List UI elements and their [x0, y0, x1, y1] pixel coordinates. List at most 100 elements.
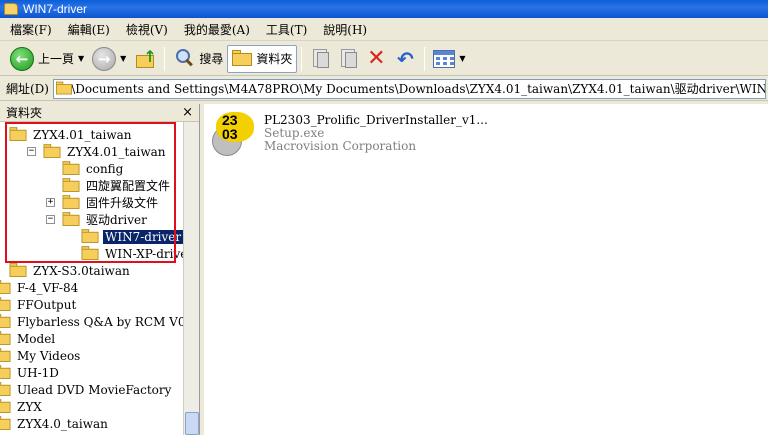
- address-path[interactable]: C:\Documents and Settings\M4A78PRO\My Do…: [58, 80, 765, 97]
- toolbar: ← 上一頁 ▼ → ▼ ↑ 搜尋 資料夾 ✕ ↶ ▼: [0, 42, 768, 76]
- folders-button[interactable]: 資料夾: [227, 44, 298, 73]
- menu-edit[interactable]: 編輯(E): [60, 19, 118, 41]
- delete-button[interactable]: ✕: [362, 45, 390, 73]
- folder-icon: [62, 195, 80, 209]
- tree-item-label: WIN7-driver: [101, 228, 185, 245]
- tree-item-label: ZYX4.01_taiwan: [33, 127, 132, 142]
- menu-view[interactable]: 檢視(V): [118, 19, 176, 41]
- tree-item[interactable]: FFOutput: [0, 296, 78, 313]
- folders-pane: 資料夾 × ZYX4.01_taiwan − ZYX4.01_taiwan confi…: [0, 104, 200, 435]
- folder-icon: [0, 280, 11, 294]
- tree-item[interactable]: − 驱动driver: [46, 211, 149, 228]
- window-title: WIN7-driver: [23, 2, 88, 16]
- tree-item[interactable]: WIN7-driver: [65, 228, 185, 245]
- search-icon: [173, 48, 195, 70]
- folder-up-icon: ↑: [134, 47, 157, 69]
- menu-bar: 檔案(F) 編輯(E) 檢視(V) 我的最愛(A) 工具(T) 說明(H): [0, 19, 768, 41]
- tree-item[interactable]: My Videos: [0, 347, 82, 364]
- collapse-icon[interactable]: −: [46, 215, 55, 224]
- tree-item[interactable]: ZYX: [0, 398, 44, 415]
- move-to-icon: [310, 48, 330, 70]
- icon-text: 03: [222, 126, 238, 142]
- file-list: 23 03 PL2303_Prolific_DriverInstaller_v1…: [204, 104, 768, 435]
- dropdown-arrow-icon[interactable]: ▼: [459, 54, 465, 63]
- tree-item-label: 四旋翼配置文件: [86, 179, 171, 193]
- menu-help[interactable]: 說明(H): [315, 19, 375, 41]
- up-folder-button[interactable]: ↑: [130, 45, 160, 73]
- tree-item[interactable]: F-4_VF-84: [0, 279, 80, 296]
- tree-item-label: FFOutput: [17, 297, 77, 312]
- tree-item[interactable]: UH-1D: [0, 364, 61, 381]
- folder-icon: [0, 314, 11, 328]
- folder-icon: [0, 297, 11, 311]
- tree-item[interactable]: + 固件升级文件: [46, 194, 160, 211]
- toolbar-separator: [164, 46, 166, 71]
- tree-item-label: config: [86, 161, 124, 176]
- file-company: Macrovision Corporation: [264, 139, 417, 153]
- dropdown-arrow-icon[interactable]: ▼: [120, 54, 126, 63]
- folder-icon: [4, 3, 18, 15]
- tree-item-label: 驱动driver: [86, 213, 147, 227]
- tree-item-label: UH-1D: [17, 365, 59, 380]
- undo-button[interactable]: ↶: [390, 45, 420, 73]
- tree-item[interactable]: ZYX4.01_taiwan: [8, 126, 134, 143]
- folder-icon: [62, 178, 80, 192]
- folder-icon: [232, 50, 253, 67]
- title-bar: WIN7-driver: [0, 0, 768, 18]
- folder-icon: [0, 348, 11, 362]
- tree-item[interactable]: ZYX4.0_taiwan: [0, 415, 110, 432]
- file-item[interactable]: 23 03 PL2303_Prolific_DriverInstaller_v1…: [212, 110, 488, 158]
- menu-tools[interactable]: 工具(T): [258, 19, 315, 41]
- folder-icon: [9, 127, 27, 141]
- tree-item[interactable]: WIN-XP-driver: [65, 245, 195, 262]
- folder-icon: [9, 263, 27, 277]
- folder-icon: [0, 416, 11, 430]
- address-label: 網址(D): [6, 82, 49, 96]
- tree-item[interactable]: 四旋翼配置文件: [46, 177, 172, 194]
- copy-to-button[interactable]: [334, 45, 362, 73]
- folders-pane-title: 資料夾: [6, 106, 43, 120]
- tree-item-label: Flybarless Q&A by RCM V05: [17, 314, 194, 329]
- tree-item-label: 固件升级文件: [86, 196, 159, 210]
- tree-item-label: ZYX-S3.0taiwan: [33, 263, 130, 278]
- tree-item[interactable]: ZYX-S3.0taiwan: [8, 262, 132, 279]
- tree-item-label: WIN-XP-driver: [105, 246, 194, 261]
- folder-icon: [0, 365, 11, 379]
- tree-item-label: Ulead DVD MovieFactory: [17, 382, 172, 397]
- expand-icon[interactable]: +: [46, 198, 55, 207]
- tree-item-label: Model: [17, 331, 56, 346]
- views-button[interactable]: ▼: [429, 45, 469, 73]
- address-bar: 網址(D) C:\Documents and Settings\M4A78PRO…: [0, 77, 768, 101]
- menu-file[interactable]: 檔案(F): [2, 19, 60, 41]
- views-icon: [433, 49, 456, 68]
- folder-icon: [81, 246, 99, 260]
- search-button[interactable]: 搜尋: [169, 45, 227, 73]
- tree-item[interactable]: Flybarless Q&A by RCM V05: [0, 313, 195, 330]
- move-to-button[interactable]: [306, 45, 334, 73]
- collapse-icon[interactable]: −: [27, 147, 36, 156]
- folder-icon: [43, 144, 61, 158]
- back-label: 上一頁: [38, 52, 75, 66]
- delete-x-icon: ✕: [367, 45, 386, 71]
- menu-favorites[interactable]: 我的最愛(A): [176, 19, 258, 41]
- tree-item[interactable]: Model: [0, 330, 57, 347]
- scrollbar-thumb[interactable]: [185, 412, 199, 435]
- folders-pane-header: 資料夾 ×: [0, 104, 199, 122]
- tree-item[interactable]: config: [46, 160, 125, 177]
- folder-icon: [0, 382, 11, 396]
- tree-item[interactable]: Ulead DVD MovieFactory: [0, 381, 173, 398]
- tree-item[interactable]: − ZYX4.01_taiwan: [27, 143, 168, 160]
- close-icon[interactable]: ×: [182, 105, 193, 120]
- address-input[interactable]: C:\Documents and Settings\M4A78PRO\My Do…: [53, 78, 766, 99]
- search-label: 搜尋: [199, 52, 224, 66]
- folder-icon: [0, 331, 11, 345]
- tree-scrollbar[interactable]: [183, 122, 199, 435]
- back-arrow-icon: ←: [10, 46, 34, 71]
- forward-button[interactable]: → ▼: [88, 45, 130, 73]
- toolbar-separator: [424, 46, 426, 71]
- undo-icon: ↶: [396, 46, 414, 71]
- dropdown-arrow-icon[interactable]: ▼: [78, 54, 84, 63]
- folder-icon: [0, 399, 11, 413]
- back-button[interactable]: ← 上一頁 ▼: [6, 45, 88, 73]
- tree-item-label: ZYX: [17, 399, 42, 414]
